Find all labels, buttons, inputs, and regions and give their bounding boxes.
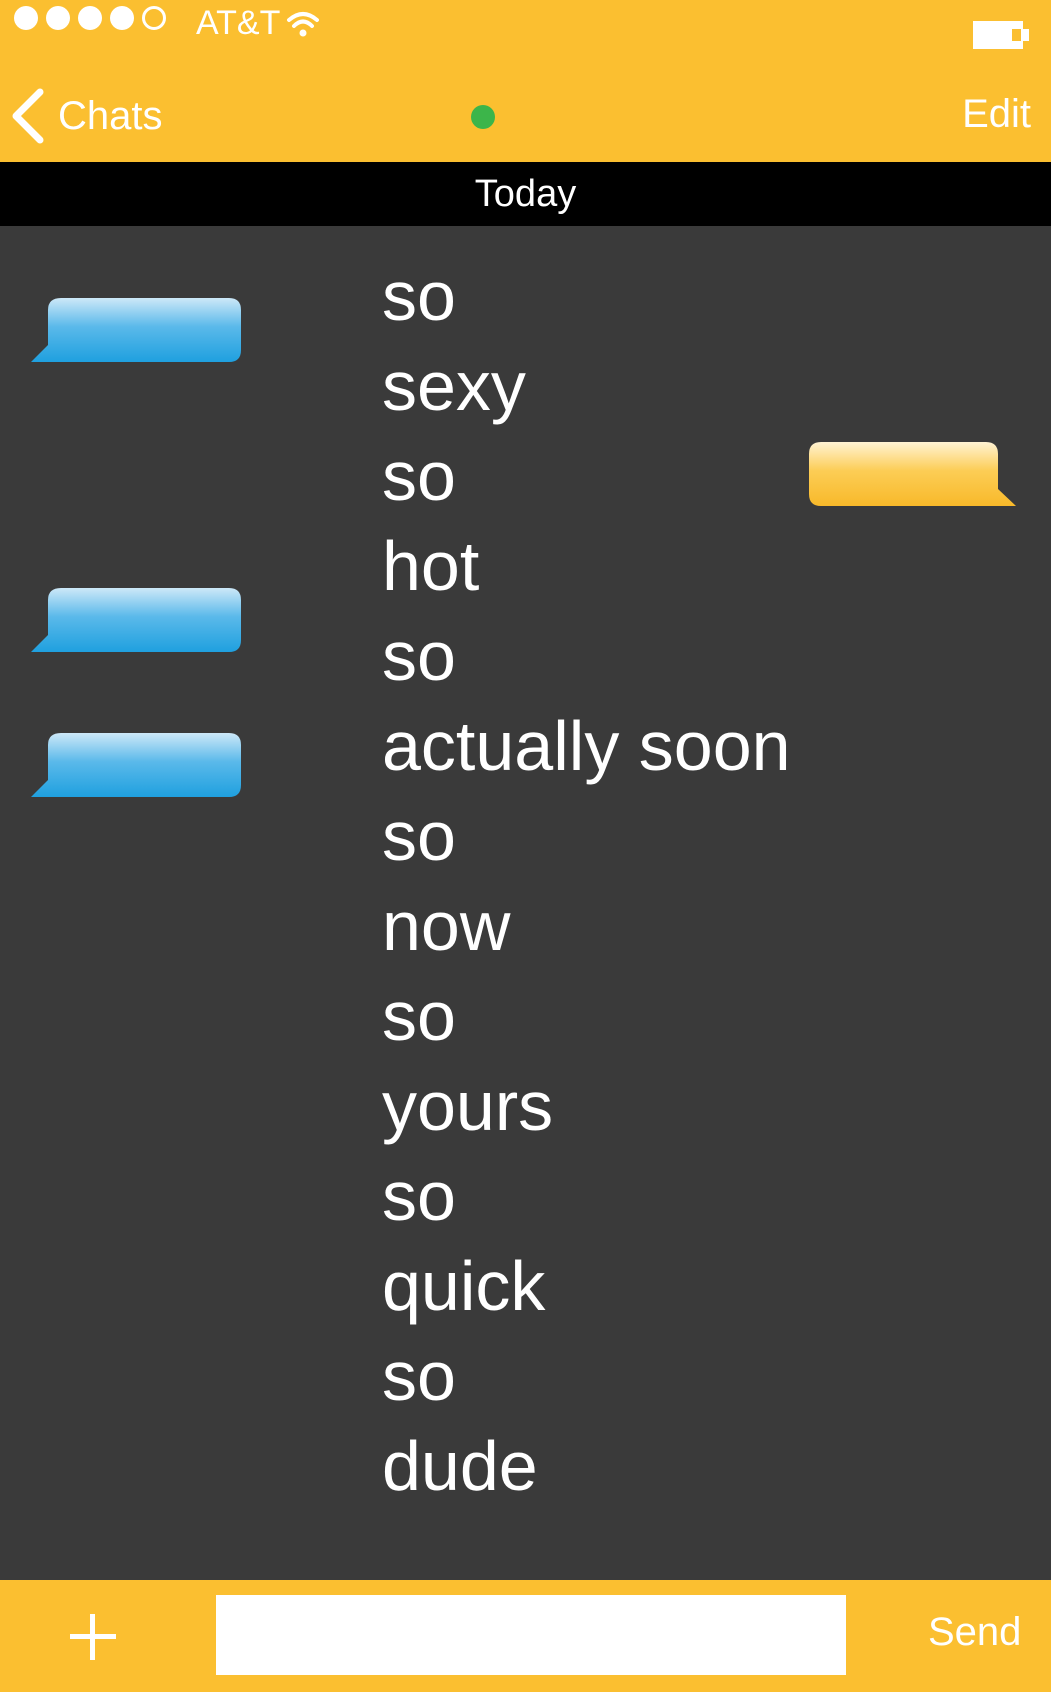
outgoing-bubble[interactable] <box>804 439 1036 519</box>
message-text: dude <box>382 1427 538 1505</box>
message-text: yours <box>382 1067 554 1145</box>
chevron-left-icon <box>12 88 44 144</box>
signal-dot-empty <box>142 6 166 30</box>
carrier-name: AT&T <box>196 4 281 42</box>
incoming-bubble[interactable] <box>31 295 263 375</box>
signal-dot <box>110 6 134 30</box>
message-text: so <box>382 1337 456 1415</box>
signal-dot <box>78 6 102 30</box>
message-text: so <box>382 617 456 695</box>
incoming-bubble[interactable] <box>31 730 263 810</box>
message-list: so sexy so hot so actually soon so now s… <box>382 251 791 1511</box>
message-text: so <box>382 437 456 515</box>
chat-area: so sexy so hot so actually soon so now s… <box>0 226 1051 1580</box>
message-text: actually soon <box>382 707 791 785</box>
send-button[interactable]: Send <box>928 1610 1021 1655</box>
message-text: sexy <box>382 347 526 425</box>
message-text: quick <box>382 1247 546 1325</box>
message-text: so <box>382 1157 456 1235</box>
input-bar: Send <box>0 1580 1051 1692</box>
back-label: Chats <box>58 93 163 138</box>
message-input[interactable] <box>216 1595 846 1675</box>
message-text: so <box>382 797 456 875</box>
incoming-bubble[interactable] <box>31 585 263 665</box>
message-text: so <box>382 257 456 335</box>
date-label: Today <box>474 172 577 215</box>
message-text: so <box>382 977 456 1055</box>
signal-dot <box>14 6 38 30</box>
date-header: Today <box>0 162 1051 226</box>
wifi-icon <box>287 12 319 37</box>
edit-button[interactable]: Edit <box>962 92 1031 137</box>
signal-dot <box>46 6 70 30</box>
online-status-indicator <box>471 105 495 129</box>
back-to-chats-button[interactable]: Chats <box>10 88 163 144</box>
signal-strength <box>14 6 166 30</box>
top-bar: AT&T Chats Edit <box>0 0 1051 162</box>
plus-icon[interactable] <box>70 1614 116 1660</box>
message-text: hot <box>382 527 480 605</box>
battery-icon <box>973 21 1029 49</box>
message-text: now <box>382 887 511 965</box>
